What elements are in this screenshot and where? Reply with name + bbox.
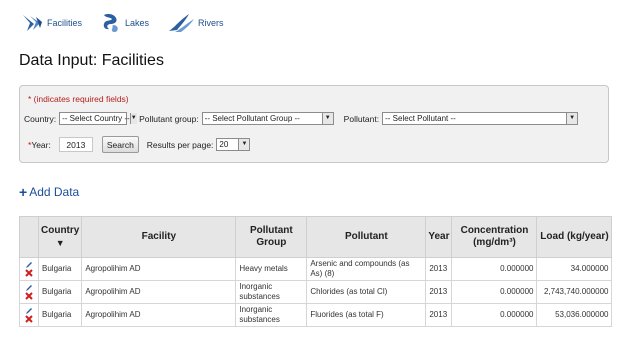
cell-facility: Agropolihim AD xyxy=(81,257,237,281)
edit-pencil-icon[interactable] xyxy=(25,284,33,292)
plus-icon: + xyxy=(19,184,28,200)
chevron-down-icon: ▼ xyxy=(566,113,578,124)
search-button[interactable]: Search xyxy=(101,136,139,153)
cell-year: 2013 xyxy=(425,303,453,327)
cell-group: Heavy metals xyxy=(235,257,308,281)
rivers-icon xyxy=(169,14,195,32)
table-header-row: Country ▼ Facility Pollutant Group Pollu… xyxy=(19,216,613,258)
country-label: Country: xyxy=(24,113,57,124)
pollutant-header[interactable]: Pollutant xyxy=(306,216,427,258)
row-actions xyxy=(19,280,39,304)
year-input[interactable]: 2013 xyxy=(58,137,93,152)
results-per-page-select[interactable]: 20 ▼ xyxy=(216,138,251,151)
table-row: Bulgaria Agropolihim AD Inorganic substa… xyxy=(19,303,613,327)
concentration-header[interactable]: Concentration (mg/dm³) xyxy=(451,216,538,258)
delete-x-icon[interactable] xyxy=(25,292,33,300)
delete-x-icon[interactable] xyxy=(25,269,33,277)
year-header[interactable]: Year xyxy=(425,216,453,258)
cell-pollutant: Chlorides (as total Cl) xyxy=(306,280,427,304)
pollutant-group-select-value: -- Select Pollutant Group -- xyxy=(204,114,300,123)
cell-group: Inorganic substances xyxy=(235,303,308,327)
cell-facility: Agropolihim AD xyxy=(81,303,237,327)
cell-pollutant: Arsenic and compounds (as As) (8) xyxy=(306,257,427,281)
cell-group: Inorganic substances xyxy=(235,280,308,304)
cell-load: 34.000000 xyxy=(536,257,613,281)
cell-concentration: 0.000000 xyxy=(451,280,538,304)
country-header-label: Country xyxy=(41,224,80,236)
pollutant-select-value: -- Select Pollutant -- xyxy=(385,114,456,123)
cell-load: 2,743,740.000000 xyxy=(536,280,613,304)
top-nav: Facilities Lakes Rivers xyxy=(22,8,242,38)
row-actions xyxy=(19,303,39,327)
pollutant-group-select[interactable]: -- Select Pollutant Group -- ▼ xyxy=(201,112,334,125)
facilities-table: Country ▼ Facility Pollutant Group Pollu… xyxy=(19,216,613,327)
cell-concentration: 0.000000 xyxy=(451,303,538,327)
filter-panel: * (indicates required fields) Country: -… xyxy=(19,85,609,163)
row-actions xyxy=(19,257,39,281)
results-per-page-label: Results per page: xyxy=(146,139,214,150)
facilities-icon xyxy=(23,15,42,31)
results-per-page-value: 20 xyxy=(219,140,229,149)
edit-pencil-icon[interactable] xyxy=(25,307,33,315)
table-row: Bulgaria Agropolihim AD Heavy metals Ars… xyxy=(19,257,613,281)
cell-country: Bulgaria xyxy=(37,303,83,327)
chevron-down-icon: ▼ xyxy=(129,113,137,124)
pollutant-select[interactable]: -- Select Pollutant -- ▼ xyxy=(382,112,579,125)
load-header[interactable]: Load (kg/year) xyxy=(536,216,613,258)
cell-year: 2013 xyxy=(425,280,453,304)
chevron-down-icon: ▼ xyxy=(238,139,250,150)
table-row: Bulgaria Agropolihim AD Inorganic substa… xyxy=(19,280,613,304)
country-header[interactable]: Country ▼ xyxy=(37,216,83,258)
pollutant-label: Pollutant: xyxy=(343,113,380,124)
nav-lakes[interactable]: Lakes xyxy=(100,12,149,34)
year-label: Year: xyxy=(31,139,51,150)
nav-rivers[interactable]: Rivers xyxy=(167,13,224,33)
cell-concentration: 0.000000 xyxy=(451,257,538,281)
country-select[interactable]: -- Select Country -- ▼ xyxy=(59,112,137,125)
cell-facility: Agropolihim AD xyxy=(81,280,237,304)
cell-country: Bulgaria xyxy=(37,257,83,281)
facility-header[interactable]: Facility xyxy=(81,216,237,258)
add-data-link[interactable]: + Add Data xyxy=(19,184,79,200)
add-data-label: Add Data xyxy=(29,185,80,199)
nav-facilities[interactable]: Facilities xyxy=(22,13,82,33)
actions-header xyxy=(19,216,39,258)
cell-pollutant: Fluorides (as total F) xyxy=(306,303,427,327)
page-title: Data Input: Facilities xyxy=(19,52,164,69)
chevron-down-icon: ▼ xyxy=(321,113,333,124)
pollutant-group-label: Pollutant group: xyxy=(139,113,199,124)
nav-rivers-label: Rivers xyxy=(198,18,224,28)
edit-pencil-icon[interactable] xyxy=(25,261,33,269)
cell-year: 2013 xyxy=(425,257,453,281)
filter-row-1: Country: -- Select Country -- ▼ Pollutan… xyxy=(24,112,579,125)
sort-desc-icon: ▼ xyxy=(55,237,65,248)
required-fields-note: * (indicates required fields) xyxy=(28,94,129,104)
pollutant-group-header[interactable]: Pollutant Group xyxy=(235,216,308,258)
cell-country: Bulgaria xyxy=(37,280,83,304)
cell-load: 53,036.000000 xyxy=(536,303,613,327)
nav-facilities-label: Facilities xyxy=(47,18,83,28)
country-select-value: -- Select Country -- xyxy=(62,114,130,123)
lakes-icon xyxy=(103,14,118,33)
filter-row-2: * Year: 2013 Search Results per page: 20… xyxy=(28,136,251,153)
nav-lakes-label: Lakes xyxy=(125,18,150,28)
delete-x-icon[interactable] xyxy=(25,315,33,323)
